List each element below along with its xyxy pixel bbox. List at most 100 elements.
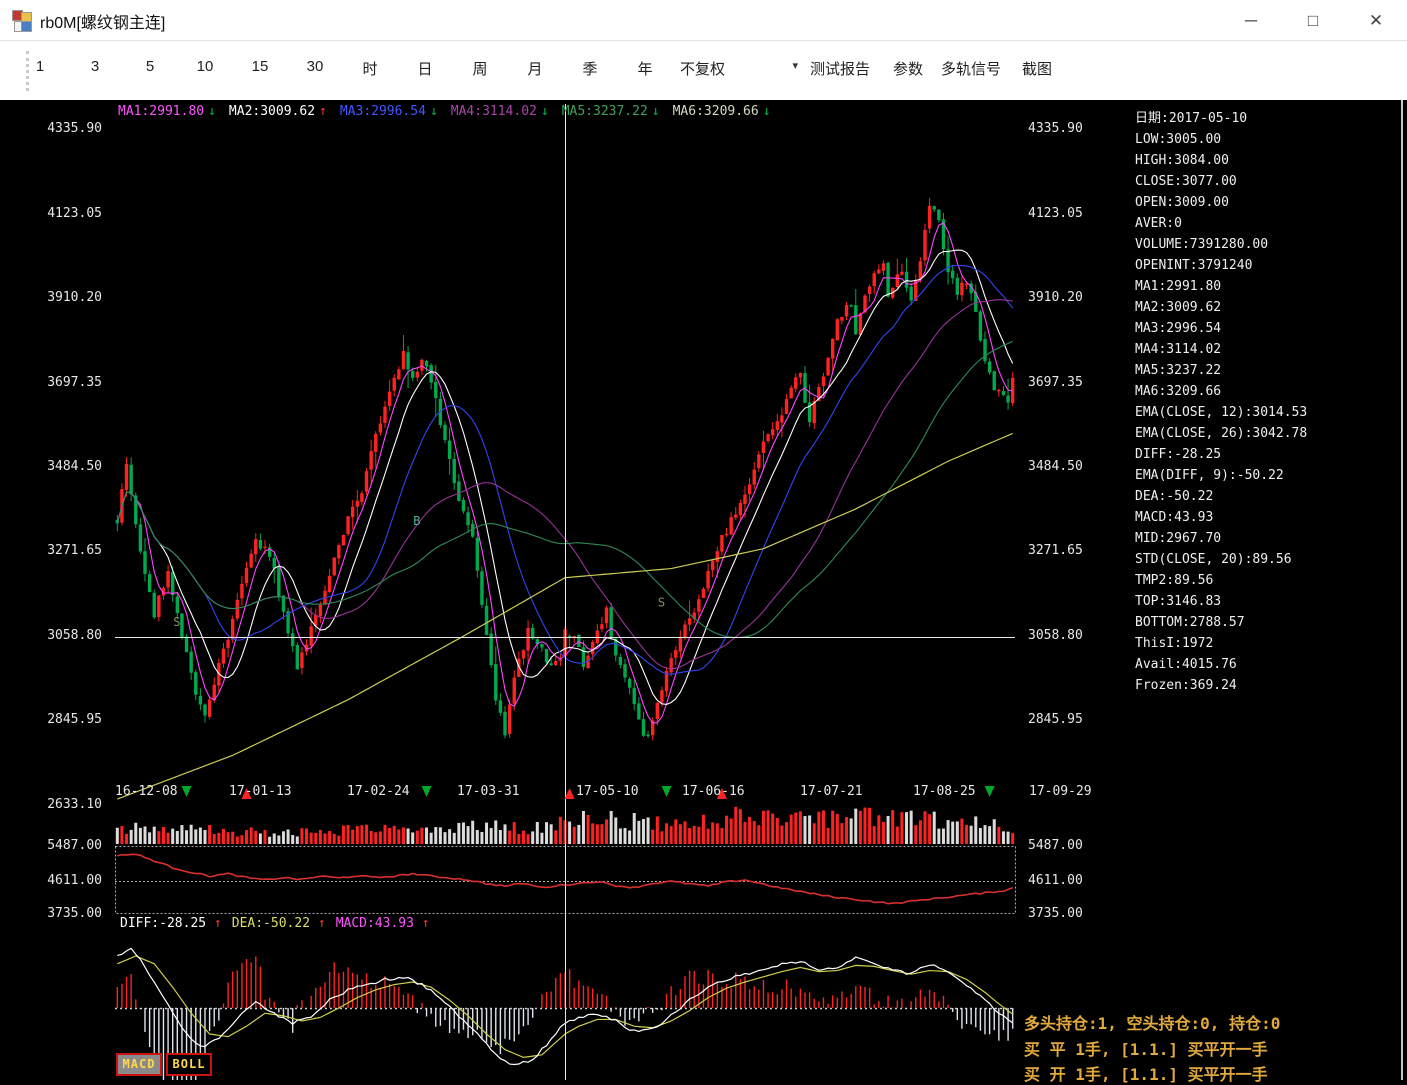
position-summary: 多头持仓:1, 空头持仓:0, 持仓:0 — [1024, 1010, 1280, 1034]
close-button[interactable]: ✕ — [1353, 4, 1399, 36]
period-quarter[interactable]: 季 — [577, 58, 603, 79]
trend-down-icon: ↓ — [652, 104, 660, 119]
period-week[interactable]: 周 — [467, 58, 493, 79]
adjust-dropdown[interactable]: 不复权 ▾ — [676, 56, 800, 82]
info-row-ma3: MA3:2996.54 — [1135, 318, 1307, 339]
info-row-high: HIGH:3084.00 — [1135, 150, 1307, 171]
price-tick: 4335.90 — [28, 121, 102, 136]
date-tick: 17-09-29 — [1029, 784, 1092, 799]
maximize-button[interactable]: □ — [1290, 4, 1336, 36]
info-row-top: TOP:3146.83 — [1135, 591, 1307, 612]
adjust-dropdown-value: 不复权 — [680, 58, 725, 79]
info-row-dea: DEA:-50.22 — [1135, 486, 1307, 507]
info-row-low: LOW:3005.00 — [1135, 129, 1307, 150]
price-tick: 4123.05 — [28, 206, 102, 221]
period-1[interactable]: 1 — [27, 58, 53, 75]
price-tick: 3271.65 — [1028, 543, 1083, 558]
price-tick: 4123.05 — [1028, 206, 1083, 221]
price-tick: 4335.90 — [1028, 121, 1083, 136]
period-30[interactable]: 30 — [302, 58, 328, 75]
date-tick: 17-05-10 — [576, 784, 639, 799]
boll-tab-button[interactable]: BOLL — [166, 1053, 212, 1076]
date-tick: 17-07-21 — [800, 784, 863, 799]
macd-label: MACD:43.93 — [336, 916, 414, 931]
info-row-avail: Avail:4015.76 — [1135, 654, 1307, 675]
price-tick: 3271.65 — [28, 543, 102, 558]
price-tick: 3058.80 — [28, 628, 102, 643]
trade-signal-2: 买 开 1手, [1.1.] 买平开一手 — [1024, 1061, 1268, 1085]
equity-tick: 4611.00 — [1028, 873, 1083, 888]
macd-tab-button[interactable]: MACD — [116, 1053, 162, 1076]
info-row-ma4: MA4:3114.02 — [1135, 339, 1307, 360]
info-row-std: STD(CLOSE, 20):89.56 — [1135, 549, 1307, 570]
test-report-button[interactable]: 测试报告 — [810, 58, 870, 79]
minimize-button[interactable]: ─ — [1228, 4, 1274, 36]
price-tick: 3484.50 — [1028, 459, 1083, 474]
date-tick: 17-08-25 — [913, 784, 976, 799]
right-edge-line — [1401, 100, 1403, 1080]
window-title: rb0M[螺纹钢主连] — [40, 9, 165, 33]
info-row-date: 日期:2017-05-10 — [1135, 108, 1307, 129]
info-row-emadiff: EMA(DIFF, 9):-50.22 — [1135, 465, 1307, 486]
screenshot-button[interactable]: 截图 — [1022, 58, 1052, 79]
price-tick: 3910.20 — [1028, 290, 1083, 305]
period-15[interactable]: 15 — [247, 58, 273, 75]
info-row-close: CLOSE:3077.00 — [1135, 171, 1307, 192]
period-day[interactable]: 日 — [412, 58, 438, 79]
info-row-volume: VOLUME:7391280.00 — [1135, 234, 1307, 255]
price-tick: 3697.35 — [1028, 375, 1083, 390]
trend-up-icon: ↑ — [319, 104, 327, 119]
info-row-ma5: MA5:3237.22 — [1135, 360, 1307, 381]
info-row-frozen: Frozen:369.24 — [1135, 675, 1307, 696]
multi-track-signal-button[interactable]: 多轨信号 — [941, 58, 1001, 79]
price-tick: 3058.80 — [1028, 628, 1083, 643]
period-5[interactable]: 5 — [137, 58, 163, 75]
info-row-ema12: EMA(CLOSE, 12):3014.53 — [1135, 402, 1307, 423]
period-10[interactable]: 10 — [192, 58, 218, 75]
date-tick: 17-01-13 — [229, 784, 292, 799]
app-icon — [12, 10, 32, 30]
trend-up-icon: ↑ — [422, 916, 430, 931]
equity-tick: 3735.00 — [28, 906, 102, 921]
trend-up-icon: ↑ — [318, 916, 326, 931]
info-row-ma6: MA6:3209.66 — [1135, 381, 1307, 402]
chart-area: MA1:2991.80 ↓ MA2:3009.62 ↑ MA3:2996.54 ↓ M… — [0, 100, 1407, 1080]
info-row-ema26: EMA(CLOSE, 26):3042.78 — [1135, 423, 1307, 444]
period-year[interactable]: 年 — [632, 58, 658, 79]
ma-values-row: MA1:2991.80 ↓ MA2:3009.62 ↑ MA3:2996.54 ↓ M… — [118, 104, 771, 119]
period-3[interactable]: 3 — [82, 58, 108, 75]
title-bar: rb0M[螺纹钢主连] ─ □ ✕ — [0, 0, 1407, 41]
params-button[interactable]: 参数 — [893, 58, 923, 79]
date-tick: 16-12-08 — [115, 784, 178, 799]
period-month[interactable]: 月 — [522, 58, 548, 79]
date-tick: 17-02-24 — [347, 784, 410, 799]
trade-signal-1: 买 平 1手, [1.1.] 买平开一手 — [1024, 1036, 1268, 1060]
info-row-tmp2: TMP2:89.56 — [1135, 570, 1307, 591]
info-row-thisi: ThisI:1972 — [1135, 633, 1307, 654]
info-row-open: OPEN:3009.00 — [1135, 192, 1307, 213]
equity-tick: 5487.00 — [28, 838, 102, 853]
ma6-label: MA6:3209.66 — [673, 104, 759, 119]
info-row-mid: MID:2967.70 — [1135, 528, 1307, 549]
diff-label: DIFF:-28.25 — [120, 916, 206, 931]
trend-up-icon: ↑ — [214, 916, 222, 931]
ma2-label: MA2:3009.62 — [229, 104, 315, 119]
chevron-down-icon: ▾ — [792, 59, 798, 72]
date-tick: 17-03-31 — [457, 784, 520, 799]
macd-values-row: DIFF:-28.25 ↑ DEA:-50.22 ↑ MACD:43.93 ↑ — [120, 916, 430, 931]
price-tick: 3484.50 — [28, 459, 102, 474]
period-hour[interactable]: 时 — [357, 58, 383, 79]
info-row-diff: DIFF:-28.25 — [1135, 444, 1307, 465]
trend-down-icon: ↓ — [541, 104, 549, 119]
toolbar: 1 3 5 10 15 30 时 日 周 月 季 年 不复权 ▾ 测试报告 参数… — [0, 41, 1407, 100]
dea-label: DEA:-50.22 — [232, 916, 310, 931]
equity-tick: 4611.00 — [28, 873, 102, 888]
ma1-label: MA1:2991.80 — [118, 104, 204, 119]
equity-tick: 5487.00 — [1028, 838, 1083, 853]
info-row-ma2: MA2:3009.62 — [1135, 297, 1307, 318]
info-row-bottom: BOTTOM:2788.57 — [1135, 612, 1307, 633]
price-tick: 2633.10 — [28, 797, 102, 812]
ma3-label: MA3:2996.54 — [340, 104, 426, 119]
ma5-label: MA5:3237.22 — [562, 104, 648, 119]
trend-down-icon: ↓ — [430, 104, 438, 119]
